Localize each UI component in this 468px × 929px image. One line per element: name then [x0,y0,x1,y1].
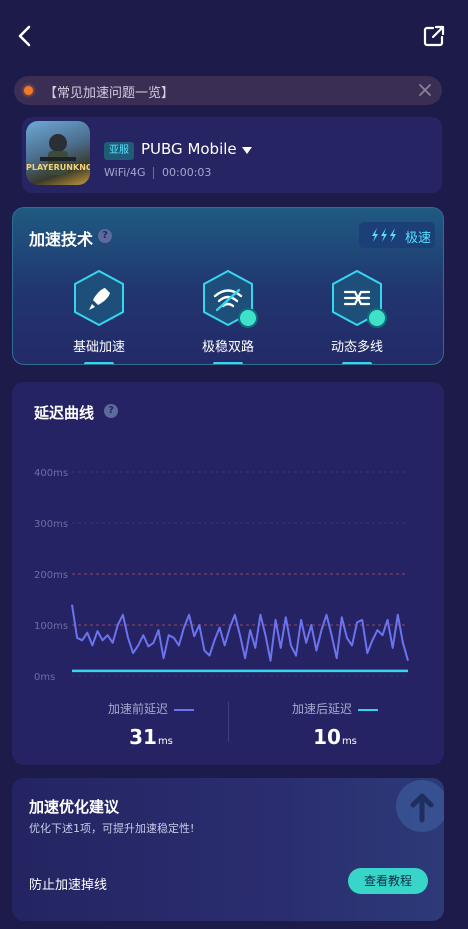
share-icon[interactable] [420,22,448,50]
game-icon[interactable]: PLAYERUNKNOWN'S [26,121,90,185]
game-name[interactable]: PUBG Mobile [141,140,237,158]
top-bar [0,0,468,72]
back-arrow-icon[interactable] [12,22,40,50]
section-title: 加速技术 [29,230,94,249]
latency-chart: 400ms 300ms 200ms 100ms 0ms [34,468,409,682]
active-check-icon [238,308,258,328]
tech-item-indicator [213,362,243,364]
tech-item-label: 动态多线 [330,340,383,355]
help-icon[interactable]: ? [98,229,112,243]
suggestion-item-label: 防止加速掉线 [29,878,108,893]
speed-mode-badge[interactable]: 极速 [359,222,435,248]
faq-notice-banner[interactable]: 【常见加速问题一览】 [14,76,442,105]
section-title: 加速优化建议 [29,798,120,816]
bolt-icon [381,228,387,242]
before-latency-value: 31 [129,725,157,749]
after-latency-value: 10 [313,725,341,749]
notice-dot-icon [24,86,33,95]
bolt-icon [372,228,378,242]
network-type: WiFi/4G [104,166,146,179]
before-latency-stat: 加速前延迟 31ms [76,700,226,749]
speed-mode-label: 极速 [405,231,432,246]
bolt-icon [390,228,396,242]
view-tutorial-button[interactable]: 查看教程 [348,868,428,894]
divider [153,167,154,179]
stat-divider [228,702,229,742]
section-title: 延迟曲线 [34,404,95,422]
y-tick-label: 200ms [34,570,68,581]
game-card: PLAYERUNKNOWN'S 亚服 PUBG Mobile WiFi/4G 0… [22,117,442,193]
tech-item-label: 基础加速 [72,340,125,355]
help-icon[interactable]: ? [104,404,118,418]
tech-item-indicator [84,362,114,364]
y-tick-label: 400ms [34,468,68,479]
acceleration-tech-card: 加速技术 ? 极速 基础加速 极稳双路 动态多线 [12,207,444,365]
legend-line-before [174,708,194,711]
rocket-icon [74,269,124,327]
game-icon-text: PLAYERUNKNOWN'S [26,163,90,172]
tech-item-basic[interactable]: 基础加速 [49,268,149,364]
latency-curve-card: 延迟曲线 ? 400ms 300ms 200ms 100ms 0ms 加速前延迟 31m… [12,382,444,765]
notice-text: 【常见加速问题一览】 [44,86,175,101]
chevron-down-icon[interactable] [242,147,252,154]
close-icon[interactable] [416,81,434,99]
tech-item-label: 极稳双路 [201,340,254,355]
tech-item-indicator [342,362,372,364]
active-check-icon [367,308,387,328]
tech-item-dual[interactable]: 极稳双路 [178,268,278,364]
before-latency-label: 加速前延迟 [107,702,168,716]
y-tick-label: 0ms [34,672,55,682]
soldier-icon [40,134,76,175]
suggestion-subtitle: 优化下述1项，可提升加速稳定性! [29,822,195,835]
latency-unit: ms [341,736,357,747]
y-tick-label: 300ms [34,519,68,530]
series-line-before [71,604,409,662]
after-latency-label: 加速后延迟 [291,702,352,716]
tech-item-multi[interactable]: 动态多线 [307,268,407,364]
optimization-suggestion-card: 加速优化建议 优化下述1项，可提升加速稳定性! 防止加速掉线 查看教程 [12,778,444,921]
region-badge: 亚服 [104,142,134,160]
legend-line-after [358,708,378,711]
after-latency-stat: 加速后延迟 10ms [260,700,410,749]
arrow-up-icon [396,780,444,832]
elapsed-time: 00:00:03 [162,166,212,179]
latency-unit: ms [157,736,173,747]
y-tick-label: 100ms [34,621,68,632]
